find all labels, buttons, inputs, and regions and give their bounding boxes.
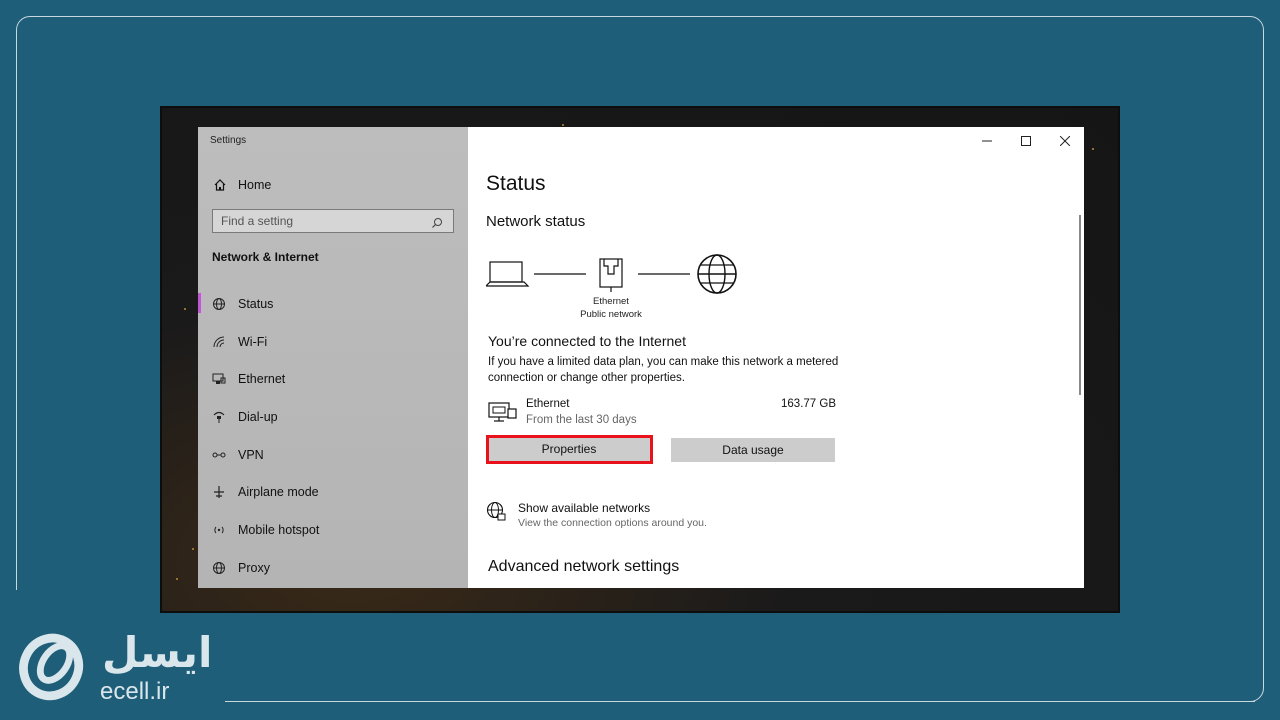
sidebar-nav: Status Wi-Fi Ethernet Dial-up VPN Airpla… [198,285,468,587]
sidebar-item-label: Wi-Fi [238,334,268,349]
background-speck [192,548,194,550]
proxy-icon [212,561,226,575]
scrollbar[interactable] [1079,215,1081,395]
sidebar-item-label: Ethernet [238,372,286,387]
page-title: Status [486,172,546,195]
dialup-icon [212,410,226,424]
show-networks-link[interactable]: Show available networks View the connect… [486,499,786,533]
data-usage-button[interactable]: Data usage [671,438,835,462]
background-speck [562,124,564,126]
sidebar-item-vpn[interactable]: VPN [198,436,468,474]
sidebar-item-label: Mobile hotspot [238,522,320,537]
search-input[interactable] [221,214,431,228]
minimize-icon [981,140,992,142]
main-content: Status Network status Ethernet Public ne… [468,127,1084,588]
close-button[interactable] [1045,127,1084,155]
network-diagram-graphic [484,254,737,294]
show-networks-subtitle: View the connection options around you. [518,517,707,529]
sidebar-item-label: Dial-up [238,409,278,424]
home-link[interactable]: Home [212,177,271,193]
sidebar-item-dialup[interactable]: Dial-up [198,398,468,436]
ecell-logo-icon [19,633,84,701]
settings-window: Settings Home Network & Internet Status [198,127,1084,588]
sidebar-item-hotspot[interactable]: Mobile hotspot [198,511,468,549]
show-networks-title: Show available networks [518,501,651,515]
sidebar-item-airplane[interactable]: Airplane mode [198,473,468,511]
brand-name: ایسل [102,628,213,677]
sidebar-item-ethernet[interactable]: Ethernet [198,360,468,398]
wifi-icon [212,335,226,349]
ethernet-connection-icon [488,402,517,422]
maximize-icon [1020,136,1031,146]
network-globe-icon [486,501,506,521]
vpn-icon [212,448,226,462]
internet-globe-icon [697,254,737,294]
frame-bottom-line [225,701,1255,702]
properties-button[interactable]: Properties [488,437,650,461]
sidebar-item-wifi[interactable]: Wi-Fi [198,323,468,361]
network-diagram: Ethernet Public network [484,252,766,322]
connection-name: Ethernet [526,398,570,410]
search-icon[interactable] [431,214,445,228]
connection-usage-row: Ethernet From the last 30 days 163.77 GB [488,397,836,431]
sidebar-item-label: Proxy [238,560,270,575]
ethernet-icon [212,372,226,386]
maximize-button[interactable] [1006,127,1045,155]
adapter-label: Ethernet [593,296,629,307]
brand-watermark: ایسل ecell.ir [14,620,224,710]
connection-period: From the last 30 days [526,414,637,426]
search-box[interactable] [212,209,454,233]
ethernet-adapter-icon [599,258,623,292]
airplane-icon [212,485,226,499]
home-label: Home [238,178,272,192]
sidebar-item-proxy[interactable]: Proxy [198,549,468,587]
brand-domain: ecell.ir [100,678,170,705]
network-status-title: Network status [486,213,586,230]
sidebar-item-label: Status [238,296,274,311]
app-title: Settings [210,135,247,146]
home-icon [212,177,228,193]
sidebar-item-status[interactable]: Status [198,285,468,323]
sidebar-item-label: VPN [238,447,264,462]
background-speck [176,578,178,580]
connection-status-description: If you have a limited data plan, you can… [488,356,839,384]
connection-status-title: You’re connected to the Internet [488,333,686,349]
minimize-button[interactable] [967,127,1006,155]
section-title: Network & Internet [212,250,319,264]
sidebar: Settings Home Network & Internet Status [198,127,468,588]
window-controls [967,127,1084,155]
globe-status-icon [212,297,226,311]
sidebar-item-label: Airplane mode [238,485,319,500]
laptop-icon [484,261,530,287]
hotspot-icon [212,523,226,537]
background-speck [1092,148,1094,150]
close-icon [1059,136,1070,146]
connection-usage: 163.77 GB [781,398,836,410]
adapter-network-label: Public network [580,309,642,320]
background-speck [184,308,186,310]
advanced-settings-title: Advanced network settings [488,558,680,575]
